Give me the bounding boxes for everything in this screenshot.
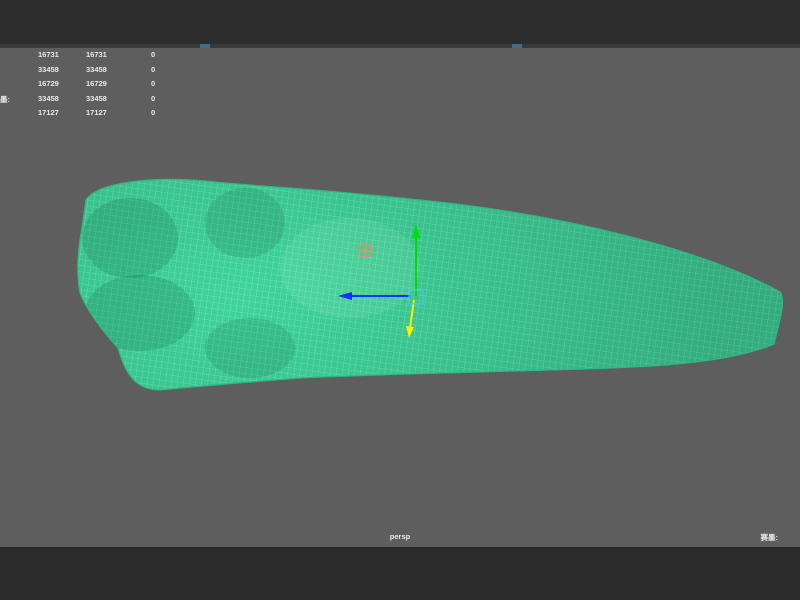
poly-count-hud: 16731 16731 0 33458 33458 0 16729 16729 … xyxy=(0,48,180,121)
hud-value: 16731 xyxy=(38,50,59,59)
hud-value: 0 xyxy=(151,50,156,59)
hud-value: 33458 xyxy=(38,64,59,74)
camera-name-label: persp xyxy=(389,532,411,541)
hud-value: 33458 xyxy=(38,93,59,103)
hud-corner-label: 赛墨: xyxy=(760,533,779,542)
hud-value: 16731 xyxy=(86,50,107,59)
hud-value: 17127 xyxy=(38,108,59,117)
hud-value: 16729 xyxy=(38,79,59,88)
hud-row: 墨: 33458 33458 0 xyxy=(0,92,180,107)
hud-value: 0 xyxy=(151,93,156,103)
perspective-viewport[interactable]: 16731 16731 0 33458 33458 0 16729 16729 … xyxy=(0,48,800,547)
hud-value: 17127 xyxy=(86,108,107,117)
status-area xyxy=(0,547,800,600)
mesh-object[interactable] xyxy=(0,48,800,547)
hud-value: 16729 xyxy=(86,79,107,88)
viewport-canvas[interactable] xyxy=(0,48,800,547)
menu-bar xyxy=(0,0,800,44)
hud-row: 17127 17127 0 xyxy=(0,106,180,121)
hud-value: 0 xyxy=(151,64,156,74)
hud-value: 0 xyxy=(151,79,156,88)
hud-row: 16731 16731 0 xyxy=(0,48,180,63)
hud-label: 墨: xyxy=(0,94,10,104)
hud-value: 33458 xyxy=(86,93,107,103)
hud-row: 16729 16729 0 xyxy=(0,77,180,92)
hud-value: 33458 xyxy=(86,64,107,74)
maya-window: 16731 16731 0 33458 33458 0 16729 16729 … xyxy=(0,0,800,600)
hud-row: 33458 33458 0 xyxy=(0,63,180,78)
hud-value: 0 xyxy=(151,108,156,117)
